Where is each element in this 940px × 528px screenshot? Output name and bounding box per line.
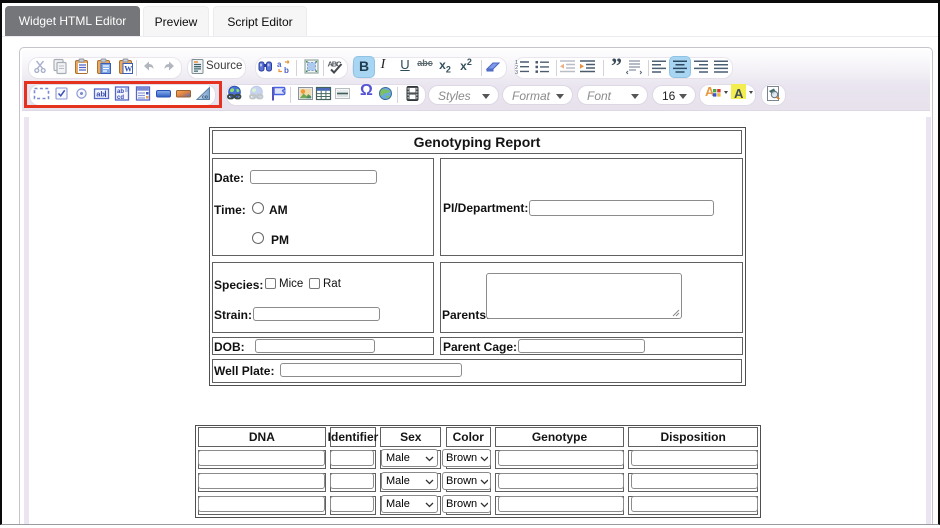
- svg-text:W: W: [124, 65, 132, 74]
- svg-text:a: a: [277, 60, 282, 69]
- svg-text:b: b: [284, 66, 289, 75]
- svg-text:3: 3: [515, 70, 518, 75]
